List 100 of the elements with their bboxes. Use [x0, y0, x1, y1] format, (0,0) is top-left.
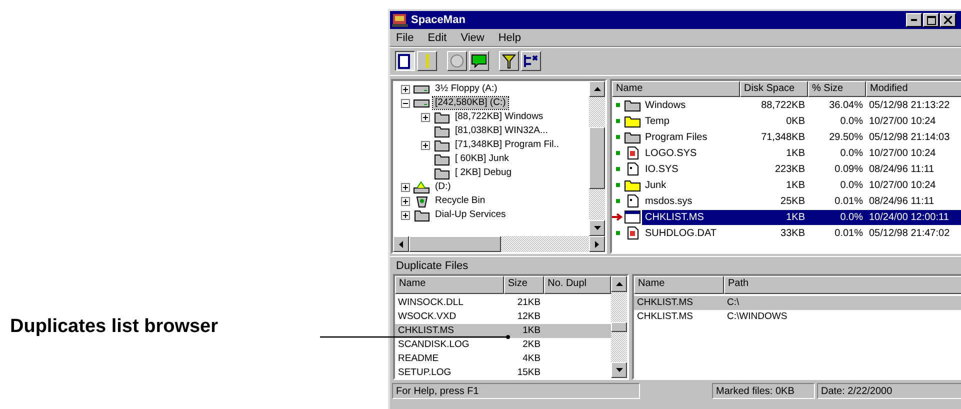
table-cell-text: 25KB — [780, 196, 806, 206]
tree-icon — [523, 53, 539, 69]
table-cell-text: 223KB — [774, 164, 806, 174]
file-name[interactable]: Temp — [642, 116, 740, 126]
maximize-button[interactable] — [923, 13, 939, 27]
column-header[interactable]: No. Dupl — [544, 276, 611, 294]
scroll-thumb[interactable] — [589, 127, 605, 189]
table-cell-text: 08/24/96 11:11 — [868, 164, 936, 174]
close-icon — [944, 16, 952, 24]
table-cell-text: 08/24/96 11:11 — [868, 196, 936, 206]
menu-item[interactable]: Edit — [428, 32, 447, 44]
file-name[interactable]: SUHDLOG.DAT — [642, 228, 740, 238]
tree-item[interactable]: Dial-Up Services — [433, 209, 508, 221]
table-cell-text: 05/12/98 21:47:02 — [868, 228, 951, 238]
table-cell-text: 0.0% — [839, 180, 864, 190]
tree-item[interactable]: Recycle Bin — [433, 195, 488, 207]
file-name[interactable]: Junk — [642, 180, 740, 190]
scrollbar[interactable] — [611, 276, 627, 378]
table-cell-text: 1KB — [785, 148, 806, 158]
table-cell-text: 88,722KB — [760, 100, 806, 110]
table-cell-text: 10/24/00 12:00:11 — [868, 212, 950, 222]
duplicate-row[interactable]: WINSOCK.DLL 21KB — [395, 296, 611, 310]
status-text: Date: 2/22/2000 — [817, 383, 961, 399]
menu-item[interactable]: File — [396, 32, 414, 44]
duplicate-row[interactable]: README 4KB — [395, 352, 611, 366]
scrollbar[interactable] — [393, 236, 605, 252]
table-cell-text: 0.0% — [839, 212, 864, 222]
table-cell-text: 0.01% — [834, 228, 864, 238]
table-cell-text: 10/27/00 10:24 — [868, 148, 937, 158]
tree-item[interactable]: [ 60KB] Junk — [453, 153, 511, 165]
tree-item[interactable]: [81,038KB] WIN32A... — [453, 125, 550, 137]
table-cell-text: 10/27/00 10:24 — [868, 180, 937, 190]
minimize-button[interactable] — [906, 13, 922, 27]
expander-icon[interactable] — [401, 182, 411, 192]
column-header[interactable]: % Size — [808, 81, 866, 97]
table-cell-text: 0.09% — [834, 164, 864, 174]
duplicate-row[interactable]: WSOCK.VXD 12KB — [395, 310, 611, 324]
file-name[interactable]: LOGO.SYS — [642, 148, 740, 158]
expander-icon[interactable] — [401, 98, 411, 108]
tree-item[interactable]: [88,722KB] Windows — [453, 111, 546, 123]
table-cell-text: 10/27/00 10:24 — [868, 116, 937, 126]
table-cell-text: 05/12/98 21:13:22 — [868, 100, 951, 110]
down-arrow-icon — [616, 368, 622, 372]
bar-icon — [426, 54, 428, 68]
column-header[interactable]: Name — [612, 81, 740, 97]
file-name[interactable]: Windows — [642, 100, 740, 110]
app-icon — [392, 13, 408, 27]
scroll-thumb[interactable] — [611, 322, 627, 332]
table-cell-text: 36.04% — [828, 100, 864, 110]
file-name[interactable]: Program Files — [642, 132, 740, 142]
column-header[interactable]: Modified — [866, 81, 961, 97]
tree-item[interactable]: [ 2KB] Debug — [453, 167, 514, 179]
menu-item[interactable]: Help — [498, 32, 521, 44]
table-cell-text: 05/12/98 21:14:03 — [868, 132, 951, 142]
expander-icon[interactable] — [421, 112, 431, 122]
column-header[interactable]: Size — [504, 276, 544, 294]
column-header[interactable]: Path — [724, 276, 961, 294]
tree-item[interactable]: [71,348KB] Program Fil.. — [453, 139, 562, 151]
up-arrow-icon — [594, 87, 600, 91]
file-name[interactable]: msdos.sys — [642, 196, 740, 206]
expander-icon[interactable] — [401, 84, 411, 94]
tree-item[interactable]: (D:) — [433, 181, 453, 193]
file-name[interactable]: CHKLIST.MS — [642, 212, 740, 222]
file-name[interactable]: IO.SYS — [642, 164, 740, 174]
column-header[interactable]: Name — [395, 276, 504, 294]
toolbar-button[interactable] — [395, 51, 415, 71]
funnel-icon — [501, 53, 517, 69]
maximize-icon — [926, 16, 936, 24]
duplicate-row[interactable]: SCANDISK.LOG 2KB — [395, 338, 611, 352]
table-cell-text: 1KB — [785, 212, 806, 222]
table-cell-text: 29.50% — [828, 132, 864, 142]
down-arrow-icon — [594, 226, 600, 230]
path-row[interactable]: CHKLIST.MS C:\ — [634, 296, 961, 310]
scrollbar[interactable] — [589, 81, 605, 236]
status-text: Marked files: 0KB — [712, 383, 815, 399]
close-button[interactable] — [940, 13, 956, 27]
scroll-thumb[interactable] — [409, 236, 501, 252]
left-arrow-icon — [399, 240, 403, 248]
up-arrow-icon — [616, 282, 622, 286]
table-cell-text: 0.0% — [839, 116, 864, 126]
duplicate-row[interactable]: CHKLIST.MS 1KB — [395, 324, 611, 338]
duplicate-row[interactable]: SETUP.LOG 15KB — [395, 366, 611, 378]
callout-label: Duplicates list browser — [10, 316, 218, 338]
table-cell-text: 0.01% — [834, 196, 864, 206]
expander-icon[interactable] — [401, 210, 411, 220]
tree-item[interactable]: [242,580KB] (C:) — [433, 97, 508, 109]
column-header[interactable]: Disk Space — [740, 81, 808, 97]
menu-item[interactable]: View — [460, 32, 484, 44]
disc-icon — [449, 53, 465, 69]
status-text: For Help, press F1 — [392, 383, 640, 399]
tree-item[interactable]: 3½ Floppy (A:) — [433, 83, 500, 95]
path-row[interactable]: CHKLIST.MS C:\WINDOWS — [634, 310, 961, 324]
expander-icon[interactable] — [421, 140, 431, 150]
table-cell-text: 0.0% — [839, 148, 864, 158]
table-cell-text: 71,348KB — [760, 132, 806, 142]
minimize-icon — [911, 19, 917, 21]
expander-icon[interactable] — [401, 196, 411, 206]
window-title: SpaceMan — [411, 14, 466, 26]
table-cell-text: 1KB — [785, 180, 806, 190]
column-header[interactable]: Name — [634, 276, 724, 294]
